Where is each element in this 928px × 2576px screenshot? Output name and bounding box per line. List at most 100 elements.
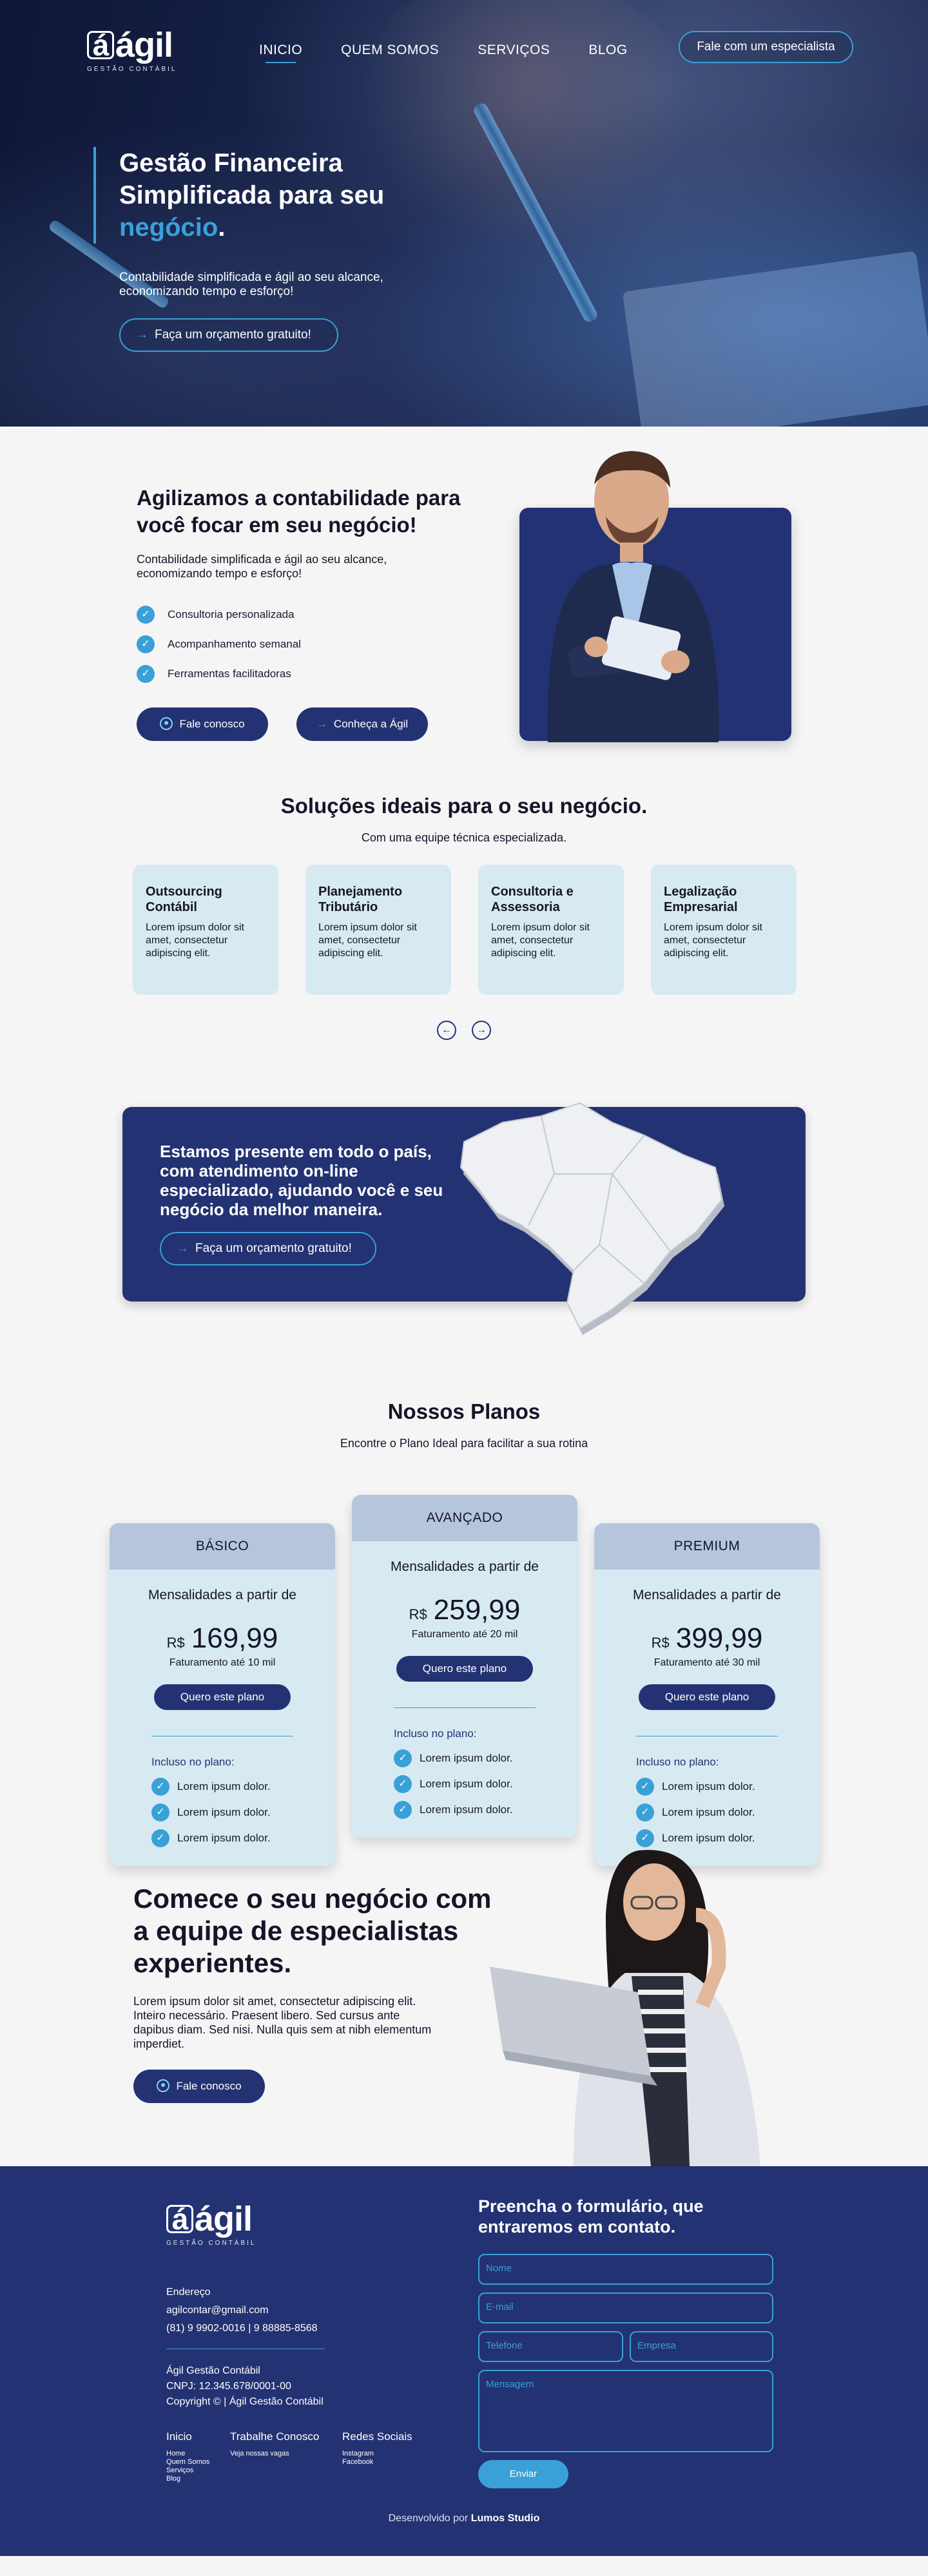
know-agil-button[interactable]: → Conheça a Ágil xyxy=(296,707,428,741)
plan-feature-label: Lorem ipsum dolor. xyxy=(420,1752,513,1764)
plan-feature-label: Lorem ipsum dolor. xyxy=(177,1806,271,1818)
footer-links-social: Redes Sociais Instagram Facebook xyxy=(342,2430,412,2466)
solution-card[interactable]: Planejamento Tributário Lorem ipsum dolor… xyxy=(305,865,451,995)
check-icon: ✓ xyxy=(394,1775,412,1793)
logo-mark-icon: á xyxy=(87,30,114,60)
footer-links-inicio: Inicio Home Quem Somos Serviços Blog xyxy=(166,2430,209,2483)
footer-company-info: Ágil Gestão Contábil CNPJ: 12.345.678/00… xyxy=(166,2363,324,2410)
start-contact-label: Fale conosco xyxy=(176,2080,242,2092)
solution-card[interactable]: Outsourcing Contábil Lorem ipsum dolor si… xyxy=(133,865,278,995)
solution-card-text: Lorem ipsum dolor sit amet, consectetur … xyxy=(491,922,590,959)
check-item: ✓ Consultoria personalizada xyxy=(137,606,301,624)
plan-limit: Faturamento até 30 mil xyxy=(653,1657,760,1668)
solution-card-text: Lorem ipsum dolor sit amet, consectetur … xyxy=(664,922,762,959)
start-contact-button[interactable]: Fale conosco xyxy=(133,2070,265,2103)
plan-name: AVANÇADO xyxy=(352,1495,577,1541)
plan-currency: R$ xyxy=(409,1606,427,1622)
company-field[interactable]: Empresa xyxy=(630,2331,773,2362)
choose-plan-button[interactable]: Quero este plano xyxy=(396,1656,533,1682)
footer-link[interactable]: Facebook xyxy=(342,2458,412,2466)
carousel-prev-button[interactable]: ← xyxy=(437,1021,456,1040)
solution-card-title: Legalização Empresarial xyxy=(664,885,738,914)
coverage-quote-button[interactable]: → Faça um orçamento gratuito! xyxy=(160,1232,376,1265)
footer-copyright: Copyright © | Ágil Gestão Contábil xyxy=(166,2396,324,2407)
developer-name[interactable]: Lumos Studio xyxy=(471,2513,540,2524)
plan-price: R$ 169,99 xyxy=(110,1622,335,1655)
plan-card-basico: BÁSICO Mensalidades a partir de R$ 169,99… xyxy=(110,1523,335,1866)
plan-price: R$ 399,99 xyxy=(594,1622,820,1655)
plan-feature: ✓ Lorem ipsum dolor. xyxy=(151,1803,335,1821)
phone-field[interactable]: Telefone xyxy=(478,2331,623,2362)
menu-item-servicos[interactable]: SERVIÇOS xyxy=(478,43,550,58)
woman-with-laptop-photo xyxy=(490,1850,760,2166)
check-icon: ✓ xyxy=(137,665,155,683)
contact-button[interactable]: Fale conosco xyxy=(137,707,268,741)
footer-link[interactable]: Serviços xyxy=(166,2466,209,2475)
start-text: Lorem ipsum dolor sit amet, consectetur … xyxy=(133,1995,432,2050)
hero-subtitle: Contabilidade simplificada e ágil ao seu… xyxy=(119,271,383,298)
plan-from: Mensalidades a partir de xyxy=(391,1559,539,1574)
logo-subtitle: GESTÃO CONTÁBIL xyxy=(87,66,177,73)
form-title: Preencha o formulário, que entraremos em… xyxy=(478,2196,704,2236)
footer-link[interactable]: Veja nossas vagas xyxy=(230,2450,319,2458)
plan-feature-label: Lorem ipsum dolor. xyxy=(662,1806,755,1818)
solutions-carousel: Outsourcing Contábil Lorem ipsum dolor si… xyxy=(133,865,797,995)
name-field[interactable]: Nome xyxy=(478,2254,773,2285)
logo-subtitle: GESTÃO CONTÁBIL xyxy=(166,2240,256,2247)
brazil-map-image xyxy=(459,1102,724,1335)
hero-title-line2: Simplificada para seu xyxy=(119,181,385,209)
send-button[interactable]: Enviar xyxy=(478,2460,568,2488)
logo[interactable]: á ágil GESTÃO CONTÁBIL xyxy=(87,26,184,77)
check-icon: ✓ xyxy=(636,1803,654,1821)
plan-feature: ✓ Lorem ipsum dolor. xyxy=(151,1778,335,1796)
footer-address-label[interactable]: Endereço xyxy=(166,2283,318,2302)
main-menu: INICIO QUEM SOMOS SERVIÇOS BLOG xyxy=(259,43,666,63)
footer-link[interactable]: Blog xyxy=(166,2475,209,2483)
solution-card-title: Consultoria e Assessoria xyxy=(491,885,574,914)
whatsapp-icon xyxy=(157,2079,170,2092)
plan-included-label: Incluso no plano: xyxy=(394,1727,477,1740)
hero-section: á ágil GESTÃO CONTÁBIL INICIO QUEM SOMOS … xyxy=(0,0,928,427)
solution-card-text: Lorem ipsum dolor sit amet, consectetur … xyxy=(146,922,244,959)
footer-link[interactable]: Instagram xyxy=(342,2450,412,2458)
coverage-section: Estamos presente em todo o país, com ate… xyxy=(0,1097,928,1399)
hero-title-highlight: negócio xyxy=(119,213,218,242)
footer-company: Ágil Gestão Contábil xyxy=(166,2365,260,2376)
solution-card[interactable]: Consultoria e Assessoria Lorem ipsum dolo… xyxy=(478,865,624,995)
plan-feature-label: Lorem ipsum dolor. xyxy=(420,1803,513,1816)
hero-heading: Gestão Financeira Simplificada para seu … xyxy=(93,147,454,244)
footer-link[interactable]: Home xyxy=(166,2450,209,2458)
whatsapp-icon xyxy=(160,717,173,730)
plan-price-value: 259,99 xyxy=(433,1594,521,1626)
arrow-right-icon: → xyxy=(177,1242,189,1255)
footer-links-heading[interactable]: Inicio xyxy=(166,2430,209,2443)
logo-text: ágil xyxy=(195,2200,253,2238)
plan-currency: R$ xyxy=(166,1635,185,1651)
businessman-photo xyxy=(547,451,719,742)
hero-quote-button[interactable]: → Faça um orçamento gratuito! xyxy=(119,318,338,352)
footer-link[interactable]: Quem Somos xyxy=(166,2458,209,2466)
menu-item-inicio[interactable]: INICIO xyxy=(259,43,302,63)
menu-item-blog[interactable]: BLOG xyxy=(588,43,627,58)
plan-card-avancado: AVANÇADO Mensalidades a partir de R$ 259,… xyxy=(352,1495,577,1838)
solutions-subtitle: Com uma equipe técnica especializada. xyxy=(361,831,567,844)
footer-logo[interactable]: á ágil GESTÃO CONTÁBIL xyxy=(166,2200,256,2247)
footer-links-heading[interactable]: Trabalhe Conosco xyxy=(230,2430,319,2443)
specialist-button[interactable]: Fale com um especialista xyxy=(679,31,853,63)
plan-divider xyxy=(394,1707,536,1708)
plan-price: R$ 259,99 xyxy=(352,1594,577,1626)
footer-links-heading[interactable]: Redes Sociais xyxy=(342,2430,412,2443)
message-field[interactable]: Mensagem xyxy=(478,2370,773,2452)
footer-contact: Endereço agilcontar@gmail.com (81) 9 990… xyxy=(166,2283,318,2338)
logo-text: ágil xyxy=(115,26,173,64)
carousel-next-button[interactable]: → xyxy=(472,1021,491,1040)
menu-item-quem-somos[interactable]: QUEM SOMOS xyxy=(341,43,439,58)
about-checklist: ✓ Consultoria personalizada ✓ Acompanhamen… xyxy=(137,606,301,695)
footer-email[interactable]: agilcontar@gmail.com xyxy=(166,2302,318,2320)
choose-plan-button[interactable]: Quero este plano xyxy=(154,1684,291,1710)
choose-plan-button[interactable]: Quero este plano xyxy=(639,1684,775,1710)
solution-card[interactable]: Legalização Empresarial Lorem ipsum dolor… xyxy=(651,865,797,995)
email-field[interactable]: E-mail xyxy=(478,2292,773,2323)
hero-title-line1: Gestão Financeira xyxy=(119,149,343,177)
plan-price-value: 169,99 xyxy=(191,1622,278,1654)
